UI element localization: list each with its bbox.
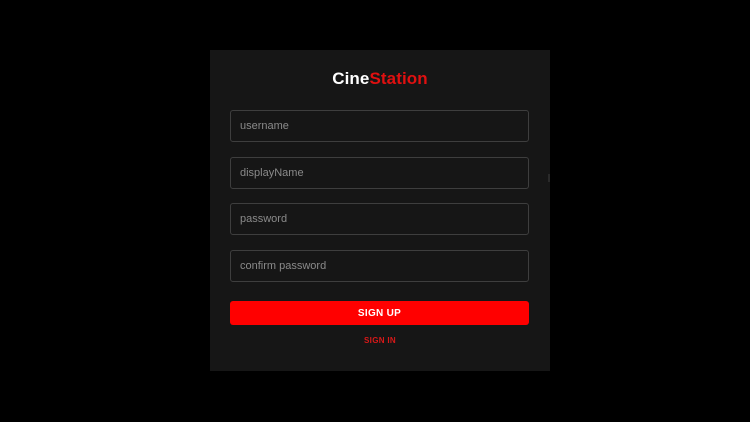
brand-logo-part2: Station bbox=[369, 69, 428, 88]
signup-card: CineStation SIGN UP SIGN IN bbox=[210, 50, 550, 371]
password-field[interactable] bbox=[230, 203, 529, 235]
brand-logo-part1: Cine bbox=[332, 69, 370, 88]
sign-in-link[interactable]: SIGN IN bbox=[210, 335, 550, 347]
brand-logo: CineStation bbox=[210, 69, 550, 89]
username-field[interactable] bbox=[230, 110, 529, 142]
display-name-field[interactable] bbox=[230, 157, 529, 189]
card-edge-mark bbox=[548, 174, 550, 182]
sign-up-button[interactable]: SIGN UP bbox=[230, 301, 529, 325]
confirm-password-field[interactable] bbox=[230, 250, 529, 282]
